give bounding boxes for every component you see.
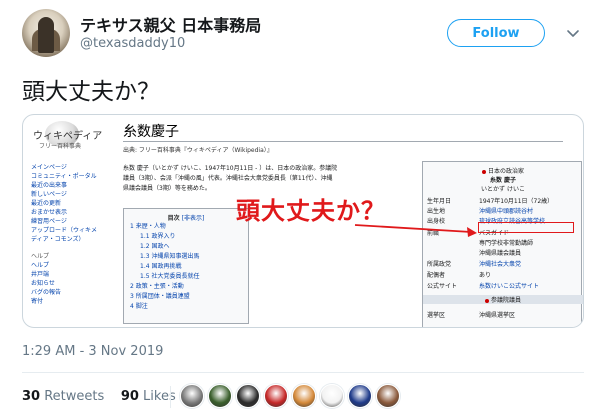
infobox-value: 沖縄県議会議員 bbox=[479, 250, 522, 257]
infobox-key: 配偶者 bbox=[427, 272, 446, 279]
liker-avatar[interactable] bbox=[348, 384, 372, 408]
toc-hide-link: [非表示] bbox=[181, 215, 205, 222]
liker-avatar[interactable] bbox=[320, 384, 344, 408]
sidebar-link: アップロード（ウィキメディア・コモンズ） bbox=[31, 227, 98, 243]
liker-avatar[interactable] bbox=[180, 384, 204, 408]
sidebar-link: ヘルプ bbox=[31, 262, 50, 269]
liker-avatar[interactable] bbox=[264, 384, 288, 408]
toc-title: 目次 [非表示] bbox=[130, 213, 242, 222]
toc-item: 3 所属団体・議員連盟 bbox=[130, 293, 190, 300]
infobox-band: 参議院議員 bbox=[423, 295, 583, 304]
infobox-key: 出生地 bbox=[427, 208, 446, 215]
stats-divider bbox=[170, 386, 171, 408]
retweets-label[interactable]: Retweets bbox=[44, 389, 104, 404]
profile-avatar[interactable] bbox=[22, 9, 70, 57]
liker-avatar[interactable] bbox=[292, 384, 316, 408]
article-title: 糸数慶子 bbox=[123, 124, 179, 140]
sidebar-link: バグの報告 bbox=[31, 289, 62, 296]
sidebar-link: コミュニティ・ポータル bbox=[31, 173, 97, 180]
infobox-value: 専門学校非常勤講師 bbox=[479, 240, 534, 247]
infobox-band-label: 参議院議員 bbox=[490, 297, 521, 304]
tweet-timestamp[interactable]: 1:29 AM - 3 Nov 2019 bbox=[22, 344, 163, 359]
sidebar-link: 井戸端 bbox=[31, 271, 50, 278]
chevron-down-icon[interactable] bbox=[565, 25, 581, 41]
user-handle[interactable]: @texasdaddy10 bbox=[80, 36, 185, 51]
toc-item: 1 来歴・人物 bbox=[130, 223, 166, 230]
infobox-key: 所属政党 bbox=[427, 261, 452, 268]
infobox-value: 糸数けいこ公式サイト bbox=[479, 283, 540, 290]
lead-line: 糸数 慶子（いとかず けいこ、1947年10月11日 - ）は、日本の政治家。参… bbox=[123, 165, 338, 172]
liker-avatar[interactable] bbox=[236, 384, 260, 408]
infobox-kana: いとかず けいこ bbox=[481, 186, 525, 193]
display-name[interactable]: テキサス親父 日本事務局 bbox=[80, 12, 261, 36]
article-source: 出典: フリー百科事典『ウィキペディア（Wikipedia）』 bbox=[123, 147, 273, 154]
bullet-icon bbox=[484, 298, 489, 303]
tweet-stats: 30 Retweets 90 Likes bbox=[22, 389, 176, 404]
toc-item: 4 脚注 bbox=[130, 303, 148, 310]
infobox-value: 沖縄社会大衆党 bbox=[479, 261, 522, 268]
infobox-value: あり bbox=[479, 272, 492, 279]
title-divider bbox=[123, 141, 563, 142]
liker-avatar[interactable] bbox=[208, 384, 232, 408]
sidebar-link: 最近の更新 bbox=[31, 200, 62, 207]
sidebar-link: 新しいページ bbox=[31, 191, 67, 198]
tweet-image[interactable]: ウィキペディア フリー百科事典 メインページ コミュニティ・ポータル 最近の出来… bbox=[22, 114, 584, 328]
sidebar-link: おまかせ表示 bbox=[31, 209, 68, 216]
bullet-icon bbox=[481, 169, 486, 174]
infobox-key: 選挙区 bbox=[427, 312, 446, 319]
highlight-box bbox=[478, 222, 574, 233]
likes-count[interactable]: 90 bbox=[121, 389, 139, 404]
toc-item: 1.5 社大党委員長就任 bbox=[140, 273, 200, 280]
toc-item: 2 政策・主張・活動 bbox=[130, 283, 184, 290]
infobox-header-label: 日本の政治家 bbox=[487, 168, 524, 175]
tweet-text: 頭大丈夫か？ bbox=[22, 79, 160, 105]
overlay-caption: 頭大丈夫か？ bbox=[236, 197, 386, 225]
toc-item: 1.3 沖縄県知事選出馬 bbox=[140, 253, 200, 260]
retweets-count[interactable]: 30 bbox=[22, 389, 40, 404]
wikipedia-logo-sub: フリー百科事典 bbox=[39, 143, 82, 150]
infobox-key: 生年月日 bbox=[427, 198, 452, 205]
infobox-value: 沖縄県中頭郡読谷村 bbox=[479, 208, 534, 215]
article-lead: 糸数 慶子（いとかず けいこ、1947年10月11日 - ）は、日本の政治家。参… bbox=[123, 164, 423, 194]
sidebar-link: 最近の出来事 bbox=[31, 182, 68, 189]
liker-avatar[interactable] bbox=[376, 384, 400, 408]
divider bbox=[22, 372, 584, 373]
infobox-value: 沖縄県選挙区 bbox=[479, 312, 516, 319]
infobox-name: 糸数 慶子 bbox=[489, 177, 517, 184]
toc-item: 1.4 国政再挑戦 bbox=[140, 263, 182, 270]
table-of-contents: 目次 [非表示] 1 来歴・人物 1.1 政界入り 1.2 国政へ 1.3 沖縄… bbox=[123, 208, 249, 324]
toc-item: 1.2 国政へ bbox=[140, 243, 170, 250]
infobox-value: 1947年10月11日（72歳） bbox=[479, 198, 554, 205]
infobox-header: 日本の政治家 bbox=[423, 166, 583, 175]
sidebar-link: 寄付 bbox=[31, 298, 44, 305]
sidebar-link: 練習用ページ bbox=[31, 218, 67, 225]
infobox-key: 公式サイト bbox=[427, 283, 458, 290]
infobox: 日本の政治家 糸数 慶子 いとかず けいこ 生年月日 1947年10月11日（7… bbox=[422, 161, 583, 327]
red-arrow-icon bbox=[354, 224, 477, 237]
liker-avatars bbox=[180, 384, 400, 408]
wikipedia-logo-name: ウィキペディア bbox=[33, 131, 103, 142]
toc-title-label: 目次 bbox=[167, 215, 180, 222]
sidebar-link: メインページ bbox=[31, 164, 67, 171]
follow-button[interactable]: Follow bbox=[447, 19, 545, 47]
sidebar-link: お知らせ bbox=[31, 280, 55, 287]
sidebar-help-heading: ヘルプ bbox=[31, 253, 50, 260]
lead-line: 議員（3期）、会派「沖縄の風」代表。沖縄社会大衆党委員長（第11代）、沖縄 bbox=[123, 175, 333, 182]
toc-item: 1.1 政界入り bbox=[140, 233, 176, 240]
wikipedia-sidebar: メインページ コミュニティ・ポータル 最近の出来事 新しいページ 最近の更新 お… bbox=[31, 163, 131, 306]
